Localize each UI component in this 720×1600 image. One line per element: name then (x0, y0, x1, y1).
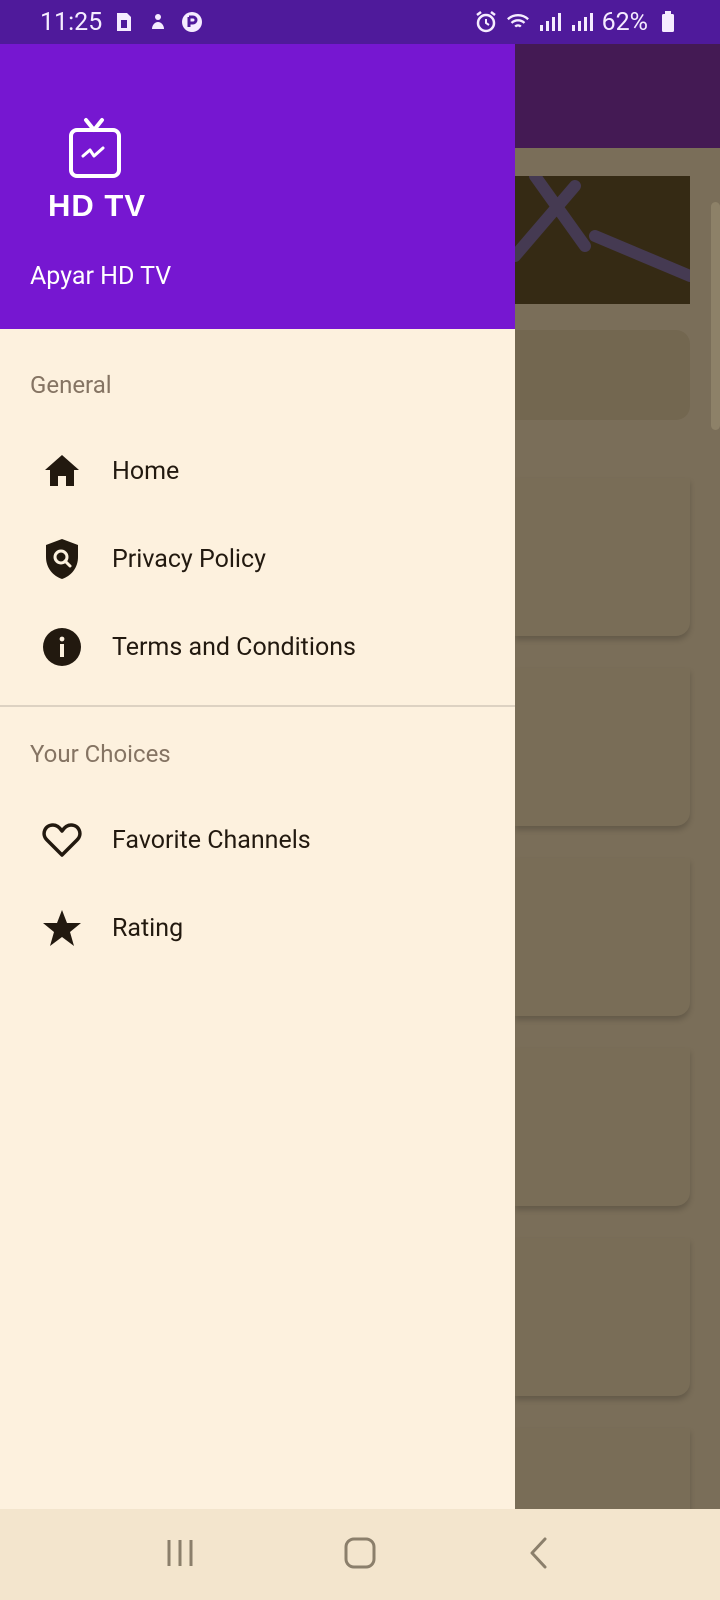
background-search (515, 330, 690, 420)
app-icon (180, 10, 204, 34)
background-card (515, 858, 690, 1016)
menu-label: Rating (112, 913, 184, 943)
menu-label: Privacy Policy (112, 544, 266, 574)
shield-search-icon (42, 539, 82, 579)
recent-apps-button[interactable] (150, 1525, 210, 1585)
status-time: 11:25 (40, 7, 103, 37)
background-card (515, 1048, 690, 1206)
logo-text: HD TV (48, 188, 146, 223)
background-card (515, 1428, 690, 1509)
battery-icon (656, 10, 680, 34)
status-bar: 11:25 62% (0, 0, 720, 44)
background-card (515, 478, 690, 636)
background-toolbar (515, 44, 720, 148)
back-icon (527, 1536, 553, 1574)
menu-item-privacy-policy[interactable]: Privacy Policy (0, 519, 515, 599)
notification-icon (146, 10, 170, 34)
section-title-general: General (30, 371, 112, 399)
drawer-header: HD TV Apyar HD TV (0, 44, 515, 329)
background-app (515, 44, 720, 1509)
background-scrollbar (711, 202, 720, 430)
app-name: Apyar HD TV (30, 262, 172, 291)
menu-item-favorite-channels[interactable]: Favorite Channels (0, 800, 515, 880)
menu-item-rating[interactable]: Rating (0, 888, 515, 968)
info-icon (42, 627, 82, 667)
heart-icon (42, 820, 82, 860)
recent-apps-icon (165, 1538, 195, 1572)
home-nav-icon (343, 1536, 377, 1574)
home-nav-button[interactable] (330, 1525, 390, 1585)
section-divider (0, 705, 515, 707)
system-nav-bar (0, 1509, 720, 1600)
battery-percent: 62% (601, 7, 648, 37)
signal-icon (538, 10, 562, 34)
back-button[interactable] (510, 1525, 570, 1585)
sim-icon (112, 10, 136, 34)
menu-item-home[interactable]: Home (0, 431, 515, 511)
menu-label: Home (112, 456, 180, 486)
background-card (515, 668, 690, 826)
menu-label: Favorite Channels (112, 825, 311, 855)
background-banner (515, 176, 690, 304)
menu-item-terms-and-conditions[interactable]: Terms and Conditions (0, 607, 515, 687)
home-icon (42, 451, 82, 491)
star-icon (42, 908, 82, 948)
section-title-your-choices: Your Choices (30, 740, 171, 768)
menu-label: Terms and Conditions (112, 632, 356, 662)
alarm-icon (474, 10, 498, 34)
signal-icon-2 (570, 10, 594, 34)
wifi-icon (506, 10, 530, 34)
navigation-drawer: HD TV Apyar HD TV General Home Privacy P… (0, 44, 515, 1509)
background-card (515, 1238, 690, 1396)
